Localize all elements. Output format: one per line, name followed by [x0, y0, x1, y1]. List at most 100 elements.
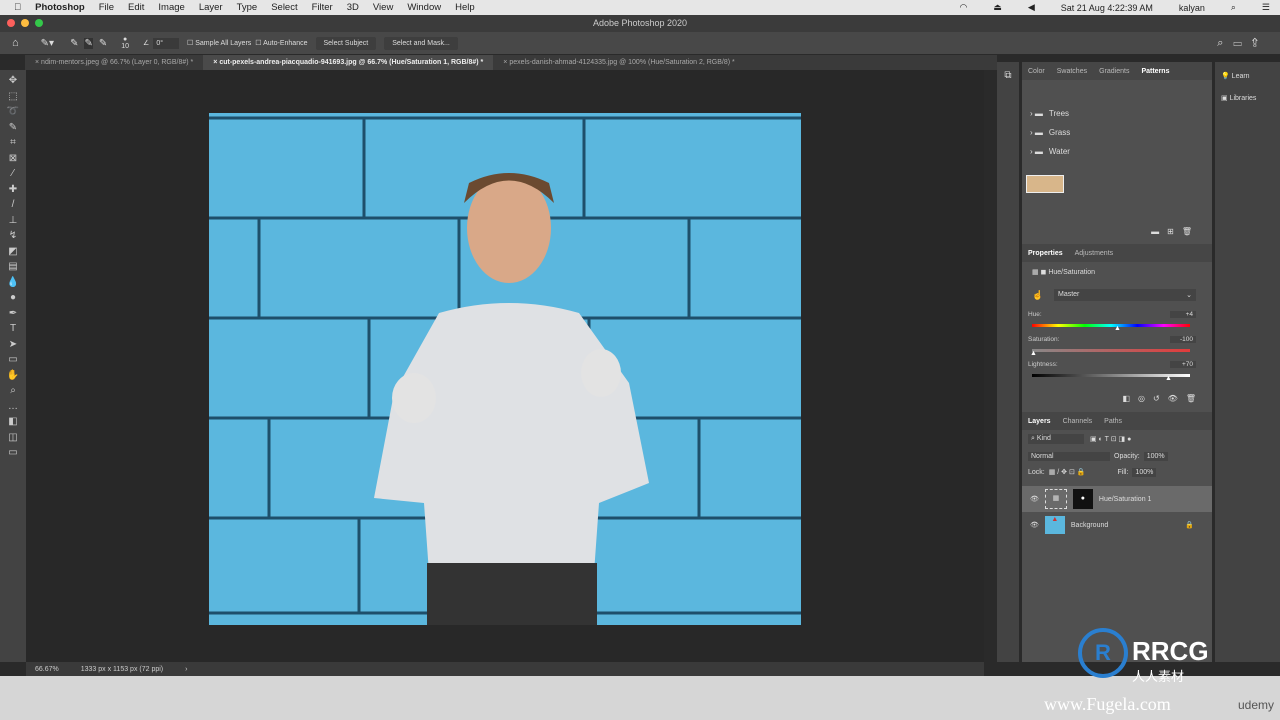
properties-actions-icons[interactable]: ◧◎↺👁🗑 — [1122, 394, 1204, 403]
lightness-slider-thumb[interactable]: ▲ — [1165, 375, 1172, 382]
zoom-tool-icon[interactable]: ⌕ — [10, 385, 16, 396]
menu-3d[interactable]: 3D — [347, 2, 359, 13]
targeted-adjust-icon[interactable]: ☝ — [1032, 290, 1043, 301]
status-expand-icon[interactable]: › — [185, 666, 187, 673]
tab-ndim-mentors[interactable]: × ndim-mentors.jpeg @ 66.7% (Layer 0, RG… — [25, 55, 203, 70]
search-workspace-share-icons[interactable]: ⌕▭⇪ — [1217, 37, 1268, 50]
menu-layer[interactable]: Layer — [199, 2, 223, 13]
document-canvas-image[interactable] — [209, 113, 801, 625]
saturation-slider-thumb[interactable]: ▲ — [1030, 350, 1037, 357]
history-brush-icon[interactable]: ↯ — [9, 230, 17, 241]
brush-size[interactable]: ● 10 — [121, 36, 129, 50]
menu-select[interactable]: Select — [271, 2, 297, 13]
tab-adjustments[interactable]: Adjustments — [1075, 250, 1114, 257]
menu-window[interactable]: Window — [407, 2, 441, 13]
hue-slider[interactable] — [1032, 324, 1190, 327]
layer-row-background[interactable]: 👁 ▲ Background 🔒 — [1022, 512, 1212, 538]
move-tool-icon[interactable]: ✥ — [9, 75, 17, 86]
wifi-icon[interactable]: ◠ — [959, 2, 967, 13]
hue-input[interactable]: +4 — [1170, 311, 1196, 318]
menu-app[interactable]: Photoshop — [35, 2, 85, 13]
tab-properties[interactable]: Properties — [1028, 250, 1063, 257]
opacity-input[interactable]: 100% — [1143, 451, 1168, 461]
blend-mode-dropdown[interactable]: Normal — [1028, 451, 1110, 461]
visibility-eye-icon[interactable]: 👁 — [1030, 521, 1039, 529]
learn-button[interactable]: 💡 Learn — [1215, 62, 1280, 90]
stamp-tool-icon[interactable]: ⊥ — [9, 215, 18, 226]
fill-input[interactable]: 100% — [1132, 467, 1157, 477]
subtract-selection-icon[interactable]: ✎ — [99, 38, 107, 49]
pattern-swatch[interactable] — [1026, 175, 1064, 193]
screen-mode-icon[interactable]: ▭ — [8, 447, 17, 458]
saturation-slider[interactable] — [1032, 349, 1190, 352]
lightness-input[interactable]: +70 — [1170, 361, 1196, 368]
dodge-tool-icon[interactable]: ● — [10, 292, 16, 303]
history-icon[interactable]: ⧉ — [997, 70, 1019, 81]
volume-icon[interactable]: ◀ — [1028, 2, 1035, 13]
quick-mask-icon[interactable]: ◫ — [8, 432, 17, 443]
quick-select-preset-icon[interactable]: ✎▾ — [41, 38, 54, 49]
tab-channels[interactable]: Channels — [1063, 418, 1093, 425]
minimize-window-button[interactable] — [21, 19, 29, 27]
visibility-eye-icon[interactable]: 👁 — [1030, 495, 1039, 503]
gradient-tool-icon[interactable]: ▤ — [8, 261, 17, 272]
tab-paths[interactable]: Paths — [1104, 418, 1122, 425]
frame-tool-icon[interactable]: ⊠ — [9, 153, 17, 164]
blur-tool-icon[interactable]: 💧 — [7, 277, 19, 288]
eject-icon[interactable]: ⏏ — [993, 2, 1002, 13]
preset-dropdown[interactable]: Master ⌄ — [1054, 289, 1196, 301]
menu-type[interactable]: Type — [237, 2, 258, 13]
healing-tool-icon[interactable]: ✚ — [9, 184, 17, 195]
document-size[interactable]: 1333 px x 1153 px (72 ppi) — [81, 666, 163, 673]
hue-slider-thumb[interactable]: ▲ — [1114, 325, 1121, 332]
more-tools-icon[interactable]: … — [8, 401, 18, 412]
lasso-tool-icon[interactable]: ➰ — [7, 106, 19, 117]
menu-view[interactable]: View — [373, 2, 393, 13]
saturation-input[interactable]: -100 — [1170, 336, 1196, 343]
layer-name[interactable]: Background — [1071, 522, 1108, 529]
new-selection-icon[interactable]: ✎ — [70, 38, 78, 49]
rectangle-tool-icon[interactable]: ▭ — [8, 354, 17, 365]
tab-patterns[interactable]: Patterns — [1141, 68, 1169, 75]
pen-tool-icon[interactable]: ✒ — [9, 308, 17, 319]
zoom-window-button[interactable] — [35, 19, 43, 27]
pattern-actions-icons[interactable]: ▬⊞🗑 — [1151, 227, 1200, 236]
type-tool-icon[interactable]: T — [10, 323, 16, 334]
menu-image[interactable]: Image — [158, 2, 184, 13]
hand-tool-icon[interactable]: ✋ — [7, 370, 19, 381]
select-subject-button[interactable]: Select Subject — [315, 36, 377, 50]
spotlight-icon[interactable]: ⌕ — [1231, 2, 1236, 13]
libraries-button[interactable]: ▣ Libraries — [1215, 90, 1280, 106]
auto-enhance-checkbox[interactable]: ☐ Auto-Enhance — [255, 39, 307, 47]
tab-pexels-danish[interactable]: × pexels-danish-ahmad-4124335.jpg @ 100%… — [493, 55, 744, 70]
crop-tool-icon[interactable]: ⌗ — [10, 137, 16, 148]
kind-filter-dropdown[interactable]: ⌕ Kind — [1028, 434, 1084, 444]
menu-edit[interactable]: Edit — [128, 2, 144, 13]
eyedropper-tool-icon[interactable]: ⁄ — [12, 168, 14, 179]
close-window-button[interactable] — [7, 19, 15, 27]
tab-swatches[interactable]: Swatches — [1057, 68, 1087, 75]
clock-datetime[interactable]: Sat 21 Aug 4:22:39 AM — [1061, 3, 1153, 13]
tab-gradients[interactable]: Gradients — [1099, 68, 1129, 75]
sample-all-checkbox[interactable]: ☐ Sample All Layers — [187, 39, 251, 47]
folder-grass[interactable]: › ▬ Grass — [1022, 123, 1212, 142]
tab-layers[interactable]: Layers — [1028, 418, 1051, 425]
folder-water[interactable]: › ▬ Water — [1022, 142, 1212, 161]
marquee-tool-icon[interactable]: ⬚ — [8, 91, 17, 102]
zoom-level[interactable]: 66.67% — [35, 666, 59, 673]
tab-color[interactable]: Color — [1028, 68, 1045, 75]
menu-help[interactable]: Help — [455, 2, 475, 13]
layer-mask-thumbnail[interactable]: ● — [1072, 489, 1093, 509]
apple-icon[interactable]:  — [14, 2, 21, 13]
lock-icons[interactable]: ▦ / ✥ ⊡ 🔒 — [1049, 468, 1086, 476]
select-and-mask-button[interactable]: Select and Mask... — [384, 36, 458, 50]
user-name[interactable]: kalyan — [1179, 3, 1205, 13]
menu-file[interactable]: File — [99, 2, 114, 13]
filter-type-icons[interactable]: ▣ ◐ T ⊡ ◨ ● — [1090, 435, 1131, 443]
eraser-tool-icon[interactable]: ◩ — [8, 246, 17, 257]
layer-name[interactable]: Hue/Saturation 1 — [1099, 496, 1152, 503]
quick-select-tool-icon[interactable]: ✎ — [9, 122, 17, 133]
add-selection-icon[interactable]: ✎ — [84, 37, 93, 49]
menu-filter[interactable]: Filter — [312, 2, 333, 13]
brush-tool-icon[interactable]: / — [12, 199, 15, 210]
